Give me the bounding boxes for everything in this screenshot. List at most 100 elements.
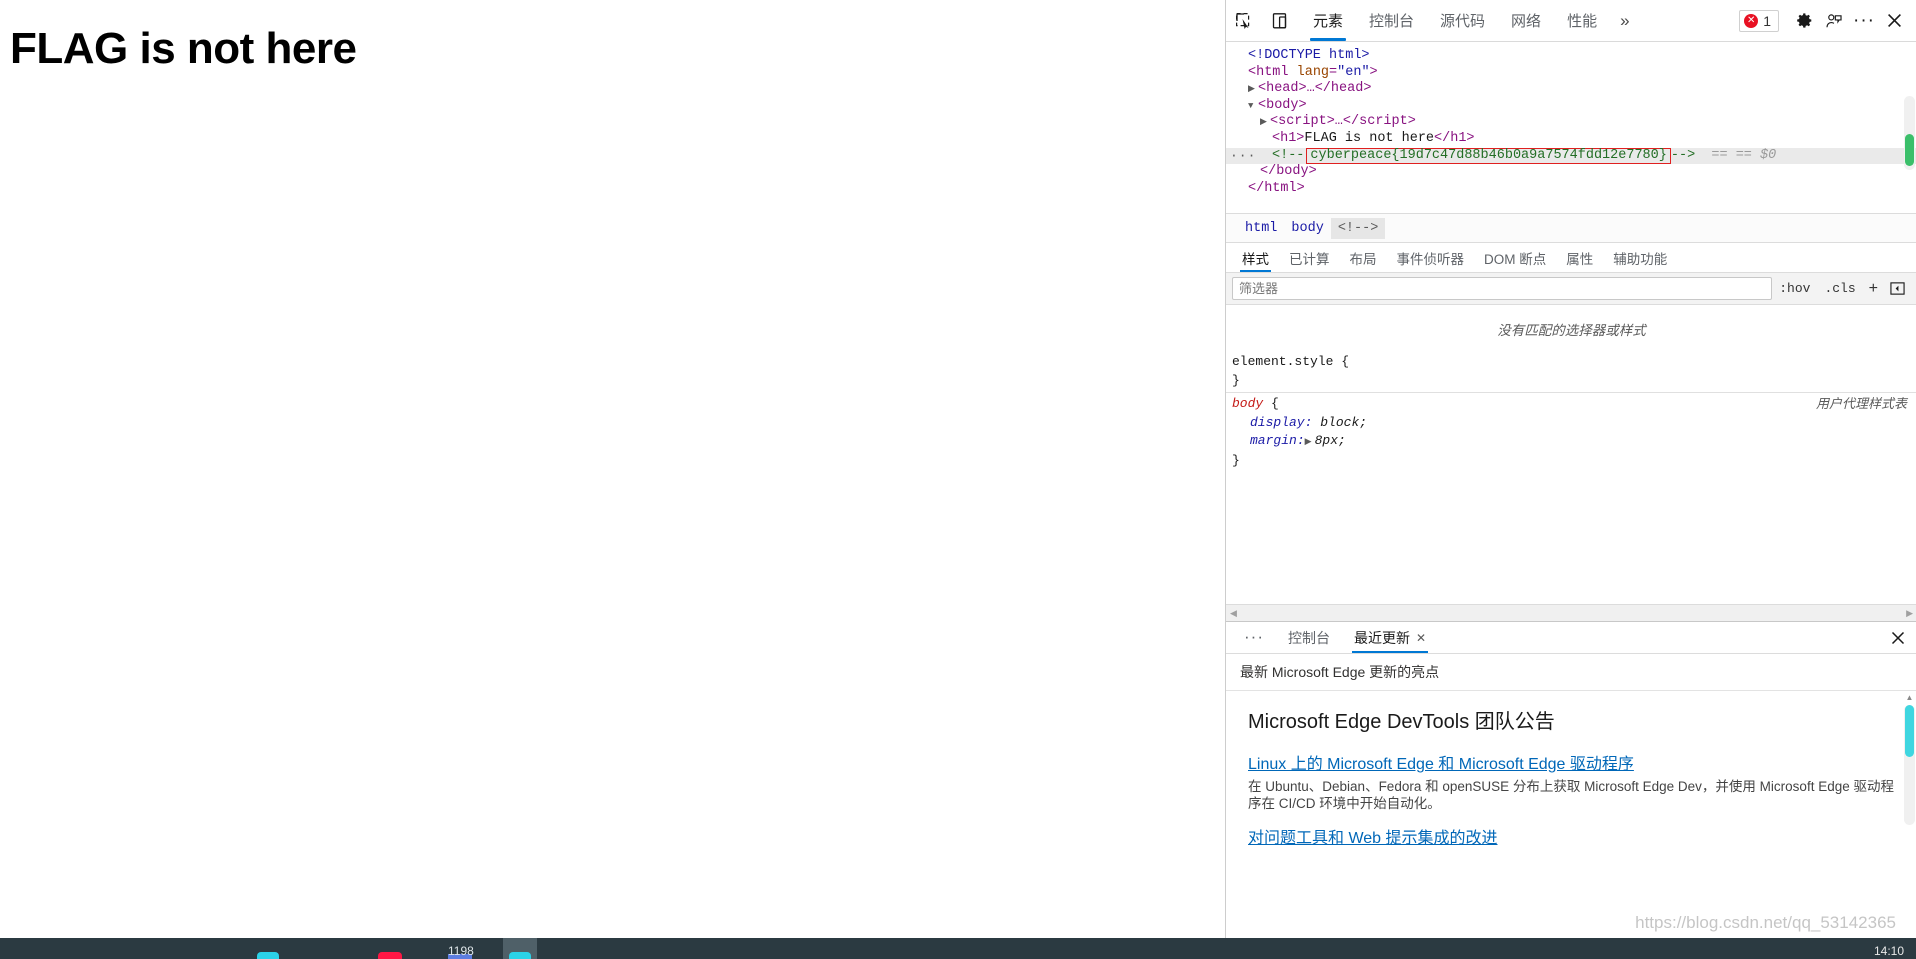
media-icon — [378, 952, 402, 959]
tab-console[interactable]: 控制台 — [1356, 0, 1427, 41]
style-origin-label: 用户代理样式表 — [1815, 396, 1907, 411]
page-heading: FLAG is not here — [10, 24, 357, 73]
dom-line-script[interactable]: ▶ <script>…</script> — [1226, 114, 1916, 131]
breadcrumb-item-comment[interactable]: <!--> — [1330, 217, 1386, 239]
styles-tab-list: 样式 已计算 布局 事件侦听器 DOM 断点 属性 辅助功能 — [1226, 243, 1916, 273]
whats-new-scrollbar[interactable] — [1904, 705, 1915, 825]
scroll-up-arrow-icon[interactable]: ▲ — [1904, 693, 1915, 702]
tab-properties[interactable]: 属性 — [1556, 243, 1603, 272]
scrollbar-thumb[interactable] — [1905, 134, 1914, 166]
style-rule-selector-line: element.style { — [1232, 353, 1916, 372]
drawer-tab-console[interactable]: 控制台 — [1276, 622, 1342, 653]
breadcrumb-item-html[interactable]: html — [1238, 218, 1284, 239]
doctype-text: <!DOCTYPE html> — [1248, 48, 1370, 63]
hov-state-button[interactable]: :hov — [1772, 281, 1817, 296]
tab-sources[interactable]: 源代码 — [1427, 0, 1498, 41]
body-close-tag: </body> — [1260, 164, 1317, 180]
close-brace: } — [1232, 372, 1240, 388]
drawer-tab-whatsnew[interactable]: 最近更新 ✕ — [1342, 622, 1438, 653]
expand-triangle-icon[interactable]: ▶ — [1248, 81, 1258, 98]
drawer-close-icon[interactable] — [1879, 622, 1916, 653]
tab-styles[interactable]: 样式 — [1232, 243, 1279, 272]
close-icon[interactable] — [1879, 6, 1909, 36]
style-declaration[interactable]: display: block; — [1232, 414, 1916, 433]
html-close-tag: </html> — [1248, 180, 1305, 196]
devtools-panel: 元素 控制台 源代码 网络 性能 » ✕ 1 ··· <!DOCTYPE htm… — [1225, 0, 1916, 938]
styles-filter-input[interactable] — [1232, 277, 1773, 300]
more-tabs-chevron-icon[interactable]: » — [1610, 0, 1639, 41]
dom-line-h1[interactable]: <h1>FLAG is not here</h1> — [1226, 131, 1916, 148]
breadcrumb: html body <!--> — [1226, 213, 1916, 243]
inspect-cursor-icon[interactable] — [1226, 0, 1262, 41]
cls-button[interactable]: .cls — [1817, 281, 1862, 296]
h1-open-tag: <h1> — [1272, 130, 1305, 146]
selector-element-style: element.style — [1232, 354, 1334, 369]
tab-elements[interactable]: 元素 — [1300, 0, 1356, 41]
no-matching-selector-message: 没有匹配的选择器或样式 — [1497, 323, 1646, 338]
dom-line-head[interactable]: ▶ <head>…</head> — [1226, 81, 1916, 98]
tab-layout[interactable]: 布局 — [1340, 243, 1387, 272]
new-style-rule-button[interactable]: + — [1863, 280, 1884, 298]
style-rule-body-ua[interactable]: 用户代理样式表 body { display: block; margin:▶ 8… — [1226, 392, 1916, 472]
declaration-value[interactable]: 8px — [1315, 433, 1338, 448]
taskbar-number-label: 1198 — [448, 944, 474, 958]
tab-network[interactable]: 网络 — [1498, 0, 1554, 41]
h1-text: FLAG is not here — [1304, 130, 1435, 146]
error-count-badge[interactable]: ✕ 1 — [1739, 9, 1779, 32]
error-count: 1 — [1763, 12, 1771, 29]
taskbar-app-media[interactable] — [373, 938, 407, 959]
gear-icon[interactable] — [1789, 6, 1819, 36]
scrollbar-thumb[interactable] — [1905, 705, 1914, 757]
terminal-icon — [257, 952, 279, 959]
declaration-value[interactable]: block — [1320, 415, 1359, 430]
scroll-right-arrow-icon[interactable]: ▶ — [1906, 608, 1913, 619]
tab-computed[interactable]: 已计算 — [1279, 243, 1340, 272]
devtools-toolbar: 元素 控制台 源代码 网络 性能 » ✕ 1 ··· — [1226, 0, 1916, 42]
comment-open: <!-- — [1272, 147, 1305, 163]
expand-triangle-icon[interactable]: ▶ — [1260, 114, 1270, 131]
node-menu-ellipsis-icon[interactable]: ··· — [1230, 148, 1256, 165]
declaration-semicolon: ; — [1338, 433, 1346, 448]
tab-dom-breakpoints[interactable]: DOM 断点 — [1474, 243, 1556, 272]
html-lang-attr-name: lang — [1296, 64, 1330, 80]
devtools-more-icon[interactable]: ··· — [1849, 6, 1879, 36]
styles-pane: 没有匹配的选择器或样式 element.style { } 用户代理样式表 bo… — [1226, 305, 1916, 604]
styles-horizontal-scrollbar[interactable]: ◀ ▶ — [1226, 604, 1916, 621]
head-node-text: <head>…</head> — [1258, 81, 1372, 97]
body-node-text: <body> — [1258, 97, 1307, 113]
breadcrumb-item-body[interactable]: body — [1284, 218, 1330, 239]
dom-line-doctype[interactable]: <!DOCTYPE html> — [1226, 48, 1916, 65]
taskbar-app-terminal[interactable] — [251, 938, 285, 959]
drawer-tab-close-icon[interactable]: ✕ — [1416, 631, 1426, 645]
browser-icon — [509, 952, 531, 959]
taskbar-app-browser[interactable] — [503, 938, 537, 959]
dom-line-body-open[interactable]: ▼ <body> — [1226, 98, 1916, 115]
whats-new-title: Microsoft Edge DevTools 团队公告 — [1248, 711, 1555, 733]
dom-line-comment-selected[interactable]: ··· <!-- cyberpeace{19d7c47d88b46b0a9a757… — [1226, 147, 1916, 165]
device-toggle-icon[interactable] — [1262, 0, 1298, 41]
panel-toggle-icon[interactable] — [1884, 281, 1911, 296]
screen: FLAG is not here 元素 控制台 源代码 网络 性能 » ✕ 1 … — [0, 0, 1916, 959]
browser-page-content: FLAG is not here — [0, 0, 1225, 938]
style-declaration[interactable]: margin:▶ 8px; — [1232, 432, 1916, 452]
drawer-more-icon[interactable]: ··· — [1232, 622, 1276, 653]
style-rule-element-style[interactable]: element.style { } — [1226, 351, 1916, 392]
expand-triangle-icon[interactable]: ▶ — [1305, 433, 1315, 452]
dom-line-html-open[interactable]: <html lang="en"> — [1226, 65, 1916, 82]
dom-line-html-close[interactable]: </html> — [1226, 181, 1916, 198]
collapse-triangle-icon[interactable]: ▼ — [1248, 98, 1258, 115]
dom-tree[interactable]: <!DOCTYPE html> <html lang="en"> ▶ <head>… — [1226, 42, 1916, 213]
tab-event-listeners[interactable]: 事件侦听器 — [1387, 243, 1475, 272]
whats-new-link[interactable]: 对问题工具和 Web 提示集成的改进 — [1248, 824, 1895, 848]
tab-accessibility[interactable]: 辅助功能 — [1603, 243, 1677, 272]
dom-tree-scrollbar[interactable] — [1904, 96, 1915, 170]
whats-new-content: Microsoft Edge DevTools 团队公告 Linux 上的 Mi… — [1226, 691, 1916, 850]
h1-close-tag: </h1> — [1434, 130, 1475, 146]
scroll-left-arrow-icon[interactable]: ◀ — [1230, 608, 1237, 619]
selector-body: body — [1232, 396, 1264, 411]
feedback-person-icon[interactable] — [1819, 6, 1849, 36]
tab-performance[interactable]: 性能 — [1554, 0, 1610, 41]
error-icon: ✕ — [1744, 13, 1759, 28]
whats-new-link[interactable]: Linux 上的 Microsoft Edge 和 Microsoft Edge… — [1248, 750, 1895, 774]
dom-line-body-close[interactable]: </body> — [1226, 164, 1916, 181]
